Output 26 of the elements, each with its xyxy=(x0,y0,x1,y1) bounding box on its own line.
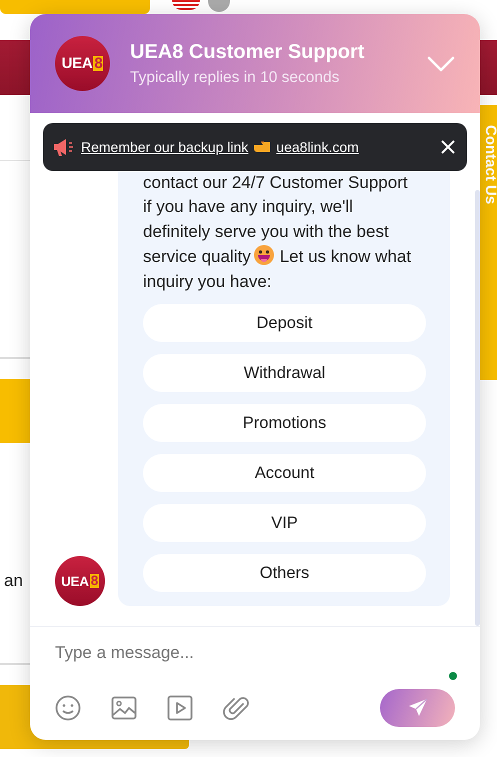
chevron-down-icon[interactable] xyxy=(427,56,455,72)
smiley-icon[interactable] xyxy=(55,695,81,721)
reply-time-text: Typically replies in 10 seconds xyxy=(130,68,340,86)
option-button[interactable]: Promotions xyxy=(143,404,426,442)
paperclip-icon[interactable] xyxy=(223,695,249,721)
send-icon xyxy=(408,698,428,718)
megaphone-icon xyxy=(53,137,75,157)
option-button[interactable]: Account xyxy=(143,454,426,492)
logo-avatar: UEA8 xyxy=(55,556,105,606)
image-icon[interactable] xyxy=(111,695,137,721)
toggle-knob xyxy=(208,0,230,12)
logo-avatar: UEA8 xyxy=(55,36,110,91)
backup-link[interactable]: Remember our backup link uea8link.com xyxy=(81,139,435,155)
page-block xyxy=(0,379,30,443)
send-button[interactable] xyxy=(380,689,455,727)
chat-title: UEA8 Customer Support xyxy=(130,40,366,64)
emoji-icon xyxy=(252,244,275,266)
option-button[interactable]: Deposit xyxy=(143,304,426,342)
message-text: contact our 24/7 Customer Support if you have any inquiry, we'll definitely serve you with the best service quality Let us know what inquiry you have: xyxy=(143,172,412,292)
option-button[interactable]: Withdrawal xyxy=(143,354,426,392)
option-button[interactable]: Others xyxy=(143,554,426,592)
page-text: an xyxy=(4,571,23,591)
option-button[interactable]: VIP xyxy=(143,504,426,542)
video-icon[interactable] xyxy=(167,695,193,721)
message-input[interactable]: Type a message... xyxy=(55,643,435,663)
close-icon[interactable] xyxy=(441,140,455,154)
